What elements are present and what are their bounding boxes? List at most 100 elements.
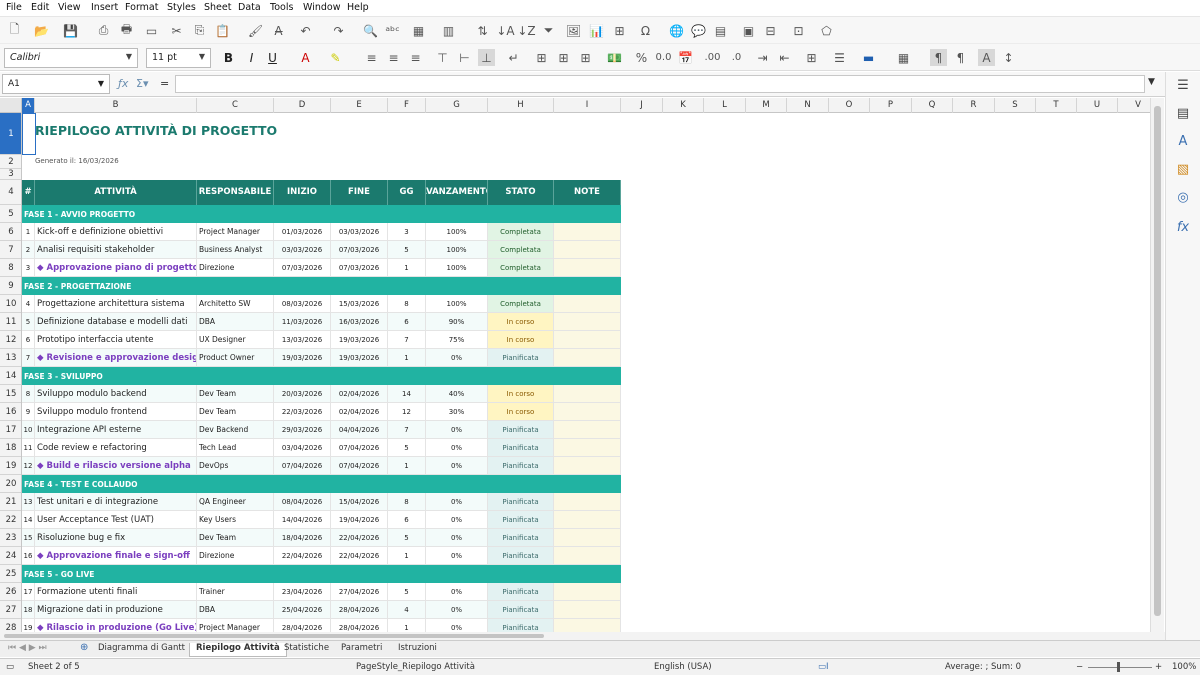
- duration-days[interactable]: 6: [388, 313, 426, 331]
- start-date[interactable]: 03/04/2026: [274, 439, 331, 457]
- responsible[interactable]: Dev Team: [197, 403, 274, 421]
- table-header-cell[interactable]: GG: [388, 180, 426, 205]
- wrap-text-icon[interactable]: ↵: [505, 49, 522, 66]
- status-badge[interactable]: Pianificata: [488, 619, 554, 632]
- start-date[interactable]: 25/04/2026: [274, 601, 331, 619]
- column-header-h[interactable]: H: [488, 98, 554, 113]
- status-badge[interactable]: Pianificata: [488, 493, 554, 511]
- phase-header-row[interactable]: FASE 4 - TEST E COLLAUDO: [22, 475, 621, 493]
- column-icon[interactable]: ▥: [440, 22, 457, 39]
- activity-name[interactable]: Analisi requisiti stakeholder: [35, 241, 197, 259]
- progress-percent[interactable]: 0%: [426, 349, 488, 367]
- column-header-i[interactable]: I: [554, 98, 621, 113]
- vertical-scrollbar[interactable]: [1150, 98, 1164, 632]
- horizontal-scroll-thumb[interactable]: [4, 634, 544, 638]
- align-left-icon[interactable]: ≡: [363, 49, 380, 66]
- expand-formula-icon[interactable]: ▼: [1148, 77, 1155, 87]
- progress-percent[interactable]: 100%: [426, 295, 488, 313]
- end-date[interactable]: 28/04/2026: [331, 601, 388, 619]
- progress-percent[interactable]: 0%: [426, 583, 488, 601]
- menu-item-styles[interactable]: Styles: [167, 2, 196, 13]
- row-header-14[interactable]: 14: [0, 367, 21, 385]
- column-header-l[interactable]: L: [704, 98, 746, 113]
- row-number[interactable]: 3: [22, 259, 35, 277]
- gallery-icon[interactable]: ▧: [1174, 162, 1192, 180]
- sort-icon[interactable]: ⇅: [474, 22, 491, 39]
- status-badge[interactable]: Pianificata: [488, 529, 554, 547]
- notes-cell[interactable]: [554, 529, 621, 547]
- start-date[interactable]: 07/04/2026: [274, 457, 331, 475]
- column-header-f[interactable]: F: [388, 98, 426, 113]
- start-date[interactable]: 01/03/2026: [274, 223, 331, 241]
- end-date[interactable]: 02/04/2026: [331, 403, 388, 421]
- progress-percent[interactable]: 100%: [426, 223, 488, 241]
- activity-name[interactable]: ◆ Build e rilascio versione alpha: [35, 457, 197, 475]
- duration-days[interactable]: 5: [388, 583, 426, 601]
- row-number[interactable]: 4: [22, 295, 35, 313]
- duration-days[interactable]: 4: [388, 601, 426, 619]
- pivot-table-icon[interactable]: ⊞: [611, 22, 628, 39]
- progress-percent[interactable]: 0%: [426, 511, 488, 529]
- right-to-left-icon[interactable]: ¶: [952, 49, 969, 66]
- responsible[interactable]: Dev Team: [197, 529, 274, 547]
- table-header-cell[interactable]: #: [22, 180, 35, 205]
- column-header-j[interactable]: J: [621, 98, 663, 113]
- align-right-icon[interactable]: ≡: [407, 49, 424, 66]
- column-header-m[interactable]: M: [746, 98, 787, 113]
- clear-formatting-icon[interactable]: A̶: [270, 22, 287, 39]
- activity-name[interactable]: ◆ Approvazione finale e sign-off: [35, 547, 197, 565]
- end-date[interactable]: 15/04/2026: [331, 493, 388, 511]
- column-header-p[interactable]: P: [870, 98, 912, 113]
- responsible[interactable]: Key Users: [197, 511, 274, 529]
- end-date[interactable]: 15/03/2026: [331, 295, 388, 313]
- column-header-r[interactable]: R: [953, 98, 995, 113]
- row-header-3[interactable]: 3: [0, 169, 21, 180]
- activity-name[interactable]: Integrazione API esterne: [35, 421, 197, 439]
- duration-days[interactable]: 1: [388, 619, 426, 632]
- end-date[interactable]: 16/03/2026: [331, 313, 388, 331]
- spelling-icon[interactable]: ᵃᵇᶜ: [384, 22, 401, 39]
- row-number[interactable]: 2: [22, 241, 35, 259]
- phase-header-row[interactable]: FASE 3 - SVILUPPO: [22, 367, 621, 385]
- progress-percent[interactable]: 0%: [426, 439, 488, 457]
- tab-navigation-icon[interactable]: ⏮ ◀ ▶ ⏭: [8, 643, 47, 653]
- duration-days[interactable]: 14: [388, 385, 426, 403]
- column-header-d[interactable]: D: [274, 98, 331, 113]
- status-badge[interactable]: Pianificata: [488, 511, 554, 529]
- new-document-icon[interactable]: 🗋: [6, 22, 23, 39]
- end-date[interactable]: 07/03/2026: [331, 259, 388, 277]
- activity-name[interactable]: Test unitari e di integrazione: [35, 493, 197, 511]
- start-date[interactable]: 22/03/2026: [274, 403, 331, 421]
- activity-name[interactable]: Risoluzione bug e fix: [35, 529, 197, 547]
- status-badge[interactable]: In corso: [488, 331, 554, 349]
- merge-center-icon[interactable]: ⊞: [555, 49, 572, 66]
- responsible[interactable]: DBA: [197, 313, 274, 331]
- column-header-n[interactable]: N: [787, 98, 829, 113]
- duration-days[interactable]: 8: [388, 295, 426, 313]
- responsible[interactable]: UX Designer: [197, 331, 274, 349]
- row-header-23[interactable]: 23: [0, 529, 21, 547]
- duration-days[interactable]: 1: [388, 259, 426, 277]
- conditional-format-icon[interactable]: ▦: [895, 49, 912, 66]
- responsible[interactable]: QA Engineer: [197, 493, 274, 511]
- end-date[interactable]: 19/03/2026: [331, 331, 388, 349]
- responsible[interactable]: Trainer: [197, 583, 274, 601]
- horizontal-scrollbar[interactable]: [0, 632, 1165, 640]
- copy-icon[interactable]: ⎘: [191, 22, 208, 39]
- start-date[interactable]: 20/03/2026: [274, 385, 331, 403]
- status-badge[interactable]: Completata: [488, 259, 554, 277]
- table-header-cell[interactable]: AVANZAMENTO: [426, 180, 488, 205]
- responsible[interactable]: Project Manager: [197, 619, 274, 632]
- column-header-q[interactable]: Q: [912, 98, 953, 113]
- menu-item-sheet[interactable]: Sheet: [204, 2, 231, 13]
- duration-days[interactable]: 7: [388, 421, 426, 439]
- activity-name[interactable]: Kick-off e definizione obiettivi: [35, 223, 197, 241]
- duration-days[interactable]: 1: [388, 457, 426, 475]
- underline-icon[interactable]: U: [264, 49, 281, 66]
- status-badge[interactable]: In corso: [488, 313, 554, 331]
- zoom-slider-thumb[interactable]: [1117, 662, 1120, 672]
- column-header-a[interactable]: A: [22, 98, 35, 113]
- column-header-e[interactable]: E: [331, 98, 388, 113]
- column-header-t[interactable]: T: [1036, 98, 1077, 113]
- sheet-tab[interactable]: Statistiche: [278, 643, 335, 657]
